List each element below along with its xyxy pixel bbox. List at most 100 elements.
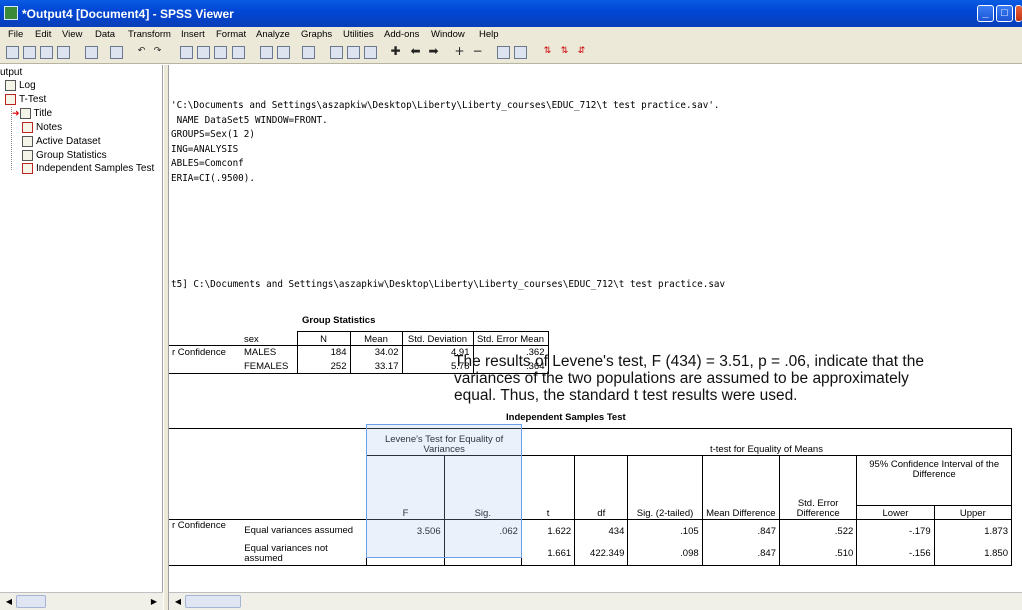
- hide-icon[interactable]: [514, 46, 527, 59]
- pivot3-icon[interactable]: ⇵: [575, 46, 588, 59]
- scroll-thumb[interactable]: [185, 595, 241, 608]
- row-condition: Equal variances assumed: [241, 519, 367, 543]
- menu-data[interactable]: Data: [95, 29, 115, 40]
- insert-heading-icon[interactable]: [302, 46, 315, 59]
- menu-bar: File Edit View Data Transform Insert For…: [0, 27, 1022, 43]
- tree-output[interactable]: utput: [0, 67, 22, 78]
- redo-icon[interactable]: ↷: [151, 46, 164, 59]
- current-arrow-icon: ➜: [12, 108, 20, 119]
- tree-log[interactable]: Log: [5, 80, 36, 91]
- collapse-icon[interactable]: −: [471, 45, 484, 59]
- menu-analyze[interactable]: Analyze: [256, 29, 290, 40]
- cell-mean-diff: .847: [701, 542, 780, 566]
- syntax-line: NAME DataSet5 WINDOW=FRONT.: [171, 115, 328, 126]
- pivot2-icon[interactable]: ⇅: [558, 46, 571, 59]
- annotation-text: The results of Levene's test, F (434) = …: [454, 353, 924, 404]
- tree-ttest[interactable]: T-Test: [5, 94, 46, 105]
- col-sig2: Sig. (2-tailed): [627, 455, 703, 520]
- syntax-line: ING=ANALYSIS: [171, 144, 239, 155]
- outline-hscroll[interactable]: ◀ ▶: [0, 592, 163, 610]
- variables-icon[interactable]: [214, 46, 227, 59]
- cell-mean: 34.02: [349, 345, 402, 360]
- cell-lower: -.156: [856, 542, 935, 566]
- col-upper: Upper: [933, 505, 1013, 520]
- scroll-left-icon[interactable]: ◀: [172, 595, 184, 608]
- scroll-right-icon[interactable]: ▶: [148, 595, 160, 608]
- syntax-line: ERIA=CI(.9500).: [171, 173, 255, 184]
- menu-transform[interactable]: Transform: [128, 29, 171, 40]
- col-mean-diff: Mean Difference: [701, 455, 780, 520]
- show-icon[interactable]: [497, 46, 510, 59]
- spss-app-icon[interactable]: [4, 6, 18, 20]
- cell-upper: 1.873: [933, 519, 1013, 543]
- arrow-left-icon[interactable]: ⬅: [409, 45, 422, 59]
- tree-notes[interactable]: Notes: [22, 122, 62, 133]
- arrow-right-icon[interactable]: ➡: [427, 45, 440, 59]
- dialog-recall-icon[interactable]: [110, 46, 123, 59]
- header-sex: sex: [244, 334, 259, 345]
- print-icon[interactable]: [40, 46, 53, 59]
- book-icon: [5, 94, 16, 105]
- cell-mean: 33.17: [349, 359, 402, 374]
- menu-view[interactable]: View: [62, 29, 82, 40]
- insert-title-icon[interactable]: [330, 46, 343, 59]
- menu-file[interactable]: File: [8, 29, 23, 40]
- minimize-button[interactable]: _: [977, 5, 994, 22]
- pivot-icon[interactable]: ⇅: [541, 46, 554, 59]
- row-label: r Confidence: [169, 519, 242, 543]
- col-se-diff: Std. Error Difference: [778, 455, 857, 520]
- scroll-left-icon[interactable]: ◀: [3, 595, 15, 608]
- export-icon[interactable]: [85, 46, 98, 59]
- use-sets-icon[interactable]: [232, 46, 245, 59]
- menu-addons[interactable]: Add-ons: [384, 29, 419, 40]
- tree-active-dataset[interactable]: Active Dataset: [22, 136, 100, 147]
- text-icon: [22, 136, 33, 147]
- cell-se-diff: .522: [778, 519, 857, 543]
- maximize-button[interactable]: □: [996, 5, 1013, 22]
- cell-se-diff: .510: [778, 542, 857, 566]
- log-icon: [5, 80, 16, 91]
- menu-insert[interactable]: Insert: [181, 29, 205, 40]
- dataset-line: t5] C:\Documents and Settings\aszapkiw\D…: [171, 279, 726, 290]
- group-name: FEMALES: [241, 359, 297, 374]
- undo-icon[interactable]: ↶: [135, 46, 148, 59]
- expand-icon[interactable]: +: [453, 45, 466, 59]
- content-pane: 'C:\Documents and Settings\aszapkiw\Desk…: [169, 65, 1022, 592]
- header-n: N: [296, 331, 350, 346]
- insert-chart-icon[interactable]: [364, 46, 377, 59]
- menu-format[interactable]: Format: [216, 29, 246, 40]
- header-mean: Mean: [349, 331, 402, 346]
- tree-title[interactable]: ➜ Title: [12, 108, 52, 119]
- promote-icon[interactable]: ✚: [389, 45, 402, 59]
- goto-data-icon[interactable]: [180, 46, 193, 59]
- header-se: Std. Error Mean: [472, 331, 549, 346]
- ci-header: 95% Confidence Interval of the Differenc…: [856, 455, 1012, 506]
- cell-upper: 1.850: [933, 542, 1013, 566]
- close-button[interactable]: [1015, 5, 1022, 22]
- designate-window-icon[interactable]: [277, 46, 290, 59]
- print-preview-icon[interactable]: [57, 46, 70, 59]
- syntax-line: GROUPS=Sex(1 2): [171, 129, 255, 140]
- table-icon: [22, 163, 33, 174]
- syntax-line: ABLES=Comconf: [171, 158, 244, 169]
- menu-window[interactable]: Window: [431, 29, 465, 40]
- save-icon[interactable]: [23, 46, 36, 59]
- menu-graphs[interactable]: Graphs: [301, 29, 332, 40]
- tree-group-statistics[interactable]: Group Statistics: [22, 150, 107, 161]
- scroll-thumb[interactable]: [16, 595, 46, 608]
- window-title: *Output4 [Document4] - SPSS Viewer: [22, 7, 234, 21]
- cell-sig2: .105: [627, 519, 703, 543]
- menu-utilities[interactable]: Utilities: [343, 29, 374, 40]
- tree-independent-samples-test[interactable]: Independent Samples Test: [22, 163, 154, 174]
- outline-pane: utput Log T-Test ➜ Title Notes Active Dat…: [0, 65, 163, 592]
- insert-text-icon[interactable]: [347, 46, 360, 59]
- menu-help[interactable]: Help: [479, 29, 499, 40]
- select-last-output-icon[interactable]: [260, 46, 273, 59]
- goto-case-icon[interactable]: [197, 46, 210, 59]
- menu-edit[interactable]: Edit: [35, 29, 51, 40]
- syntax-line: 'C:\Documents and Settings\aszapkiw\Desk…: [171, 100, 720, 111]
- content-hscroll[interactable]: ◀: [169, 592, 1022, 610]
- row-label: r Confidence: [169, 345, 241, 360]
- open-icon[interactable]: [6, 46, 19, 59]
- ind-test-table[interactable]: Levene's Test for Equality of Variances …: [169, 428, 1013, 566]
